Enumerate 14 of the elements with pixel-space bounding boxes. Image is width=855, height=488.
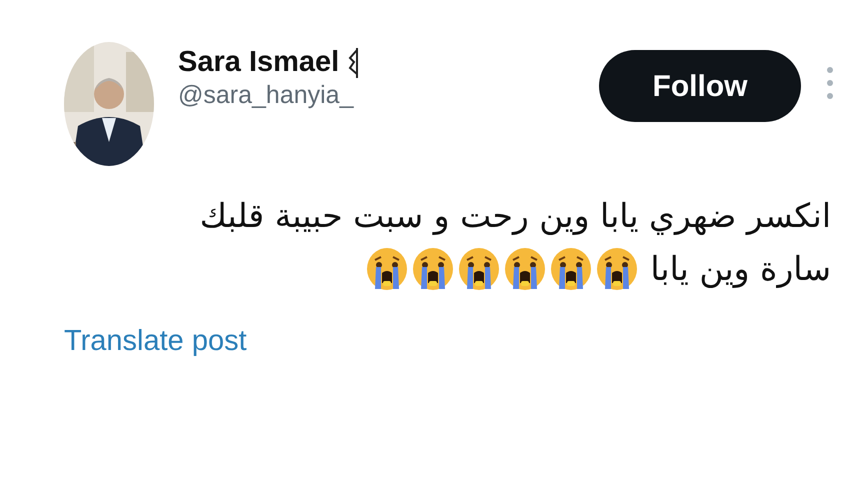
user-handle[interactable]: @sara_hanyia_ [178, 80, 599, 110]
crying-face-icon [504, 247, 546, 292]
crying-face-icon [458, 247, 500, 292]
crying-face-icon [412, 247, 454, 292]
crying-face-icon [366, 247, 408, 292]
more-icon[interactable] [825, 66, 835, 100]
crying-face-icon [596, 247, 638, 292]
crying-face-icon [550, 247, 592, 292]
post-text: انكسر ضهري يابا وين رحت و سبت حبيبة قلبك [200, 195, 831, 237]
user-name: Sara Ismael [178, 46, 340, 80]
follow-button[interactable]: Follow [599, 50, 801, 122]
post-text: سارة وين يابا [650, 248, 831, 290]
translate-link[interactable]: Translate post [64, 320, 247, 364]
flag-icon [347, 46, 360, 80]
